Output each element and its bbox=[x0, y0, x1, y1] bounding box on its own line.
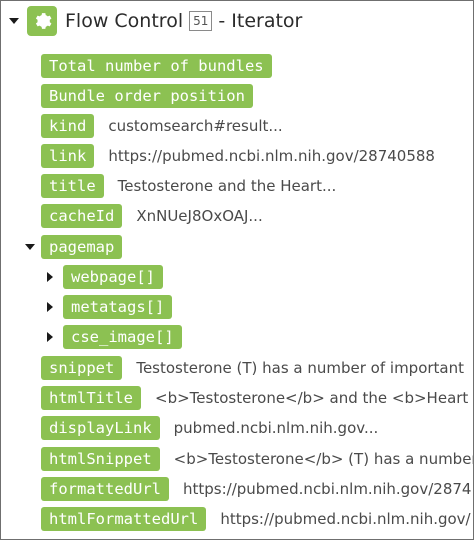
output-row: title Testosterone and the Heart... bbox=[41, 173, 336, 199]
output-row: cacheId XnNUeJ8OxOAJ... bbox=[41, 203, 263, 229]
caret-right-icon[interactable] bbox=[47, 332, 53, 342]
field-value-link: https://pubmed.ncbi.nlm.nih.gov/28740588 bbox=[108, 147, 435, 165]
field-key-title[interactable]: title bbox=[41, 174, 104, 198]
field-key-cse-image[interactable]: cse_image[] bbox=[63, 325, 182, 349]
field-value-displaylink: pubmed.ncbi.nlm.nih.gov... bbox=[173, 419, 379, 437]
caret-down-icon[interactable] bbox=[25, 244, 35, 250]
caret-right-icon[interactable] bbox=[47, 272, 53, 282]
output-row: htmlFormattedUrl https://pubmed.ncbi.nlm… bbox=[41, 506, 471, 532]
field-key-link[interactable]: link bbox=[41, 144, 95, 168]
output-row: Bundle order position bbox=[41, 83, 253, 109]
caret-down-icon[interactable] bbox=[9, 18, 19, 24]
field-value-htmltitle: <b>Testosterone</b> and the <b>Heart bbox=[155, 389, 469, 407]
gear-icon bbox=[35, 13, 52, 29]
field-value-htmlsnippet: <b>Testosterone</b> (T) has a number bbox=[173, 450, 474, 468]
output-row: pagemap bbox=[25, 234, 123, 260]
field-value-cacheid: XnNUeJ8OxOAJ... bbox=[136, 207, 263, 225]
output-row: displayLink pubmed.ncbi.nlm.nih.gov... bbox=[41, 415, 378, 441]
field-key-total-bundles[interactable]: Total number of bundles bbox=[41, 54, 272, 78]
field-key-formattedurl[interactable]: formattedUrl bbox=[41, 477, 169, 501]
field-key-kind[interactable]: kind bbox=[41, 114, 95, 138]
output-row: metatags[] bbox=[47, 294, 173, 320]
output-row: formattedUrl https://pubmed.ncbi.nlm.nih… bbox=[41, 476, 471, 502]
output-row: cse_image[] bbox=[47, 324, 182, 350]
field-value-formattedurl: https://pubmed.ncbi.nlm.nih.gov/2874 bbox=[182, 480, 472, 498]
field-key-pagemap[interactable]: pagemap bbox=[41, 235, 123, 259]
output-row: webpage[] bbox=[47, 264, 163, 290]
output-row: htmlSnippet <b>Testosterone</b> (T) has … bbox=[41, 446, 474, 472]
caret-right-icon[interactable] bbox=[47, 302, 53, 312]
output-row: htmlTitle <b>Testosterone</b> and the <b… bbox=[41, 385, 468, 411]
field-key-displaylink[interactable]: displayLink bbox=[41, 416, 160, 440]
module-header: Flow Control 51 - Iterator bbox=[9, 6, 302, 36]
field-value-htmlformattedurl: https://pubmed.ncbi.nlm.nih.gov/ bbox=[220, 510, 471, 528]
field-key-bundle-position[interactable]: Bundle order position bbox=[41, 84, 253, 108]
field-key-metatags[interactable]: metatags[] bbox=[63, 295, 173, 319]
module-id-badge: 51 bbox=[189, 11, 213, 31]
iterator-output-panel: Flow Control 51 - Iterator Total number … bbox=[0, 0, 474, 540]
field-value-kind: customsearch#result... bbox=[108, 117, 283, 135]
module-icon bbox=[27, 6, 57, 36]
field-key-snippet[interactable]: snippet bbox=[41, 356, 123, 380]
field-key-htmltitle[interactable]: htmlTitle bbox=[41, 386, 141, 410]
field-key-cacheid[interactable]: cacheId bbox=[41, 204, 123, 228]
output-row: kind customsearch#result... bbox=[41, 113, 283, 139]
field-key-htmlsnippet[interactable]: htmlSnippet bbox=[41, 447, 160, 471]
field-key-webpage[interactable]: webpage[] bbox=[63, 265, 163, 289]
output-row: snippet Testosterone (T) has a number of… bbox=[41, 355, 464, 381]
field-key-htmlformattedurl[interactable]: htmlFormattedUrl bbox=[41, 507, 207, 531]
field-value-title: Testosterone and the Heart... bbox=[117, 177, 337, 195]
module-title: Flow Control bbox=[65, 10, 184, 32]
output-row: Total number of bundles bbox=[41, 53, 272, 79]
module-type-label: - Iterator bbox=[218, 10, 303, 32]
output-row: link https://pubmed.ncbi.nlm.nih.gov/287… bbox=[41, 143, 435, 169]
field-value-snippet: Testosterone (T) has a number of importa… bbox=[136, 359, 465, 377]
